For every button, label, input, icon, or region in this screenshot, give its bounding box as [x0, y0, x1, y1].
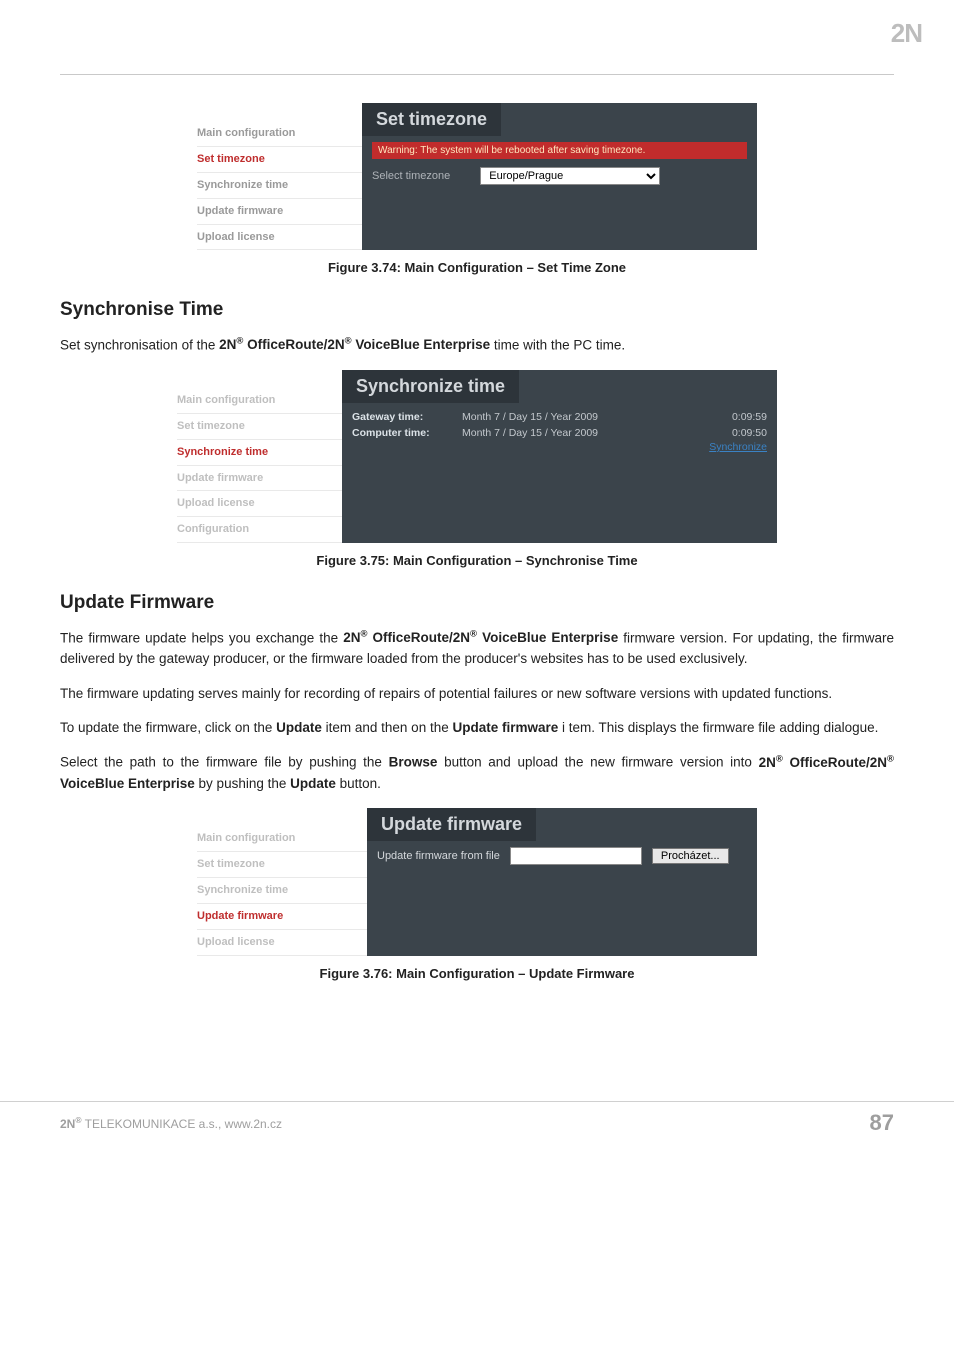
heading-update-firmware: Update Firmware — [60, 592, 894, 614]
sidebar-item: Main configuration — [197, 826, 367, 852]
sidebar-item: Main configuration — [197, 121, 362, 147]
sidebar-item: Upload license — [197, 930, 367, 956]
update-paragraph-3: To update the firmware, click on the Upd… — [60, 718, 894, 739]
figure-set-timezone: Main configuration Set timezone Synchron… — [197, 103, 757, 250]
update-paragraph-2: The firmware updating serves mainly for … — [60, 684, 894, 705]
sidebar-item: Configuration — [177, 517, 342, 543]
figure-caption: Figure 3.76: Main Configuration – Update… — [60, 966, 894, 981]
heading-synchronise-time: Synchronise Time — [60, 299, 894, 321]
figure-update-firmware: Main configuration Set timezone Synchron… — [197, 808, 757, 955]
panel-synchronize-time: Synchronize time Gateway time: Month 7 /… — [342, 370, 777, 543]
sidebar-item: Main configuration — [177, 388, 342, 414]
sidebar-item-active: Update firmware — [197, 904, 367, 930]
figure-synchronize-time: Main configuration Set timezone Synchron… — [177, 370, 777, 543]
gateway-time-clock: 0:09:59 — [707, 411, 767, 423]
nav-sidebar: Main configuration Set timezone Synchron… — [177, 370, 342, 543]
panel-title: Synchronize time — [342, 370, 519, 403]
update-paragraph-1: The firmware update helps you exchange t… — [60, 628, 894, 670]
nav-sidebar: Main configuration Set timezone Synchron… — [197, 103, 362, 250]
panel-update-firmware: Update firmware Update firmware from fil… — [367, 808, 757, 955]
sidebar-item: Synchronize time — [197, 878, 367, 904]
sidebar-item-active: Set timezone — [197, 147, 362, 173]
gateway-time-value: Month 7 / Day 15 / Year 2009 — [462, 411, 707, 423]
footer-company: 2N® TELEKOMUNIKACE a.s., www.2n.cz — [60, 1115, 282, 1131]
gateway-time-label: Gateway time: — [352, 411, 462, 423]
computer-time-clock: 0:09:50 — [707, 427, 767, 439]
header-rule — [60, 74, 894, 75]
file-input[interactable] — [510, 847, 642, 865]
browse-button[interactable]: Procházet... — [652, 848, 729, 864]
timezone-select-label: Select timezone — [372, 170, 450, 182]
page-number: 87 — [870, 1110, 894, 1136]
sidebar-item: Update firmware — [177, 466, 342, 492]
sync-paragraph: Set synchronisation of the 2N® OfficeRou… — [60, 335, 894, 356]
sidebar-item: Synchronize time — [197, 173, 362, 199]
timezone-select[interactable]: Europe/Prague — [480, 167, 660, 185]
figure-caption: Figure 3.75: Main Configuration – Synchr… — [60, 553, 894, 568]
sidebar-item-active: Synchronize time — [177, 440, 342, 466]
panel-set-timezone: Set timezone Warning: The system will be… — [362, 103, 757, 250]
sidebar-item: Upload license — [177, 491, 342, 517]
synchronize-link[interactable]: Synchronize — [352, 441, 767, 453]
panel-title: Set timezone — [362, 103, 501, 136]
update-paragraph-4: Select the path to the firmware file by … — [60, 752, 894, 794]
sidebar-item: Upload license — [197, 225, 362, 251]
sidebar-item: Set timezone — [197, 852, 367, 878]
brand-logo: 2N — [891, 18, 922, 49]
computer-time-value: Month 7 / Day 15 / Year 2009 — [462, 427, 707, 439]
warning-banner: Warning: The system will be rebooted aft… — [372, 142, 747, 159]
sidebar-item: Set timezone — [177, 414, 342, 440]
figure-caption: Figure 3.74: Main Configuration – Set Ti… — [60, 260, 894, 275]
page-footer: 2N® TELEKOMUNIKACE a.s., www.2n.cz 87 — [0, 1101, 954, 1160]
panel-title: Update firmware — [367, 808, 536, 841]
computer-time-label: Computer time: — [352, 427, 462, 439]
update-from-file-label: Update firmware from file — [377, 850, 500, 862]
sidebar-item: Update firmware — [197, 199, 362, 225]
nav-sidebar: Main configuration Set timezone Synchron… — [197, 808, 367, 955]
